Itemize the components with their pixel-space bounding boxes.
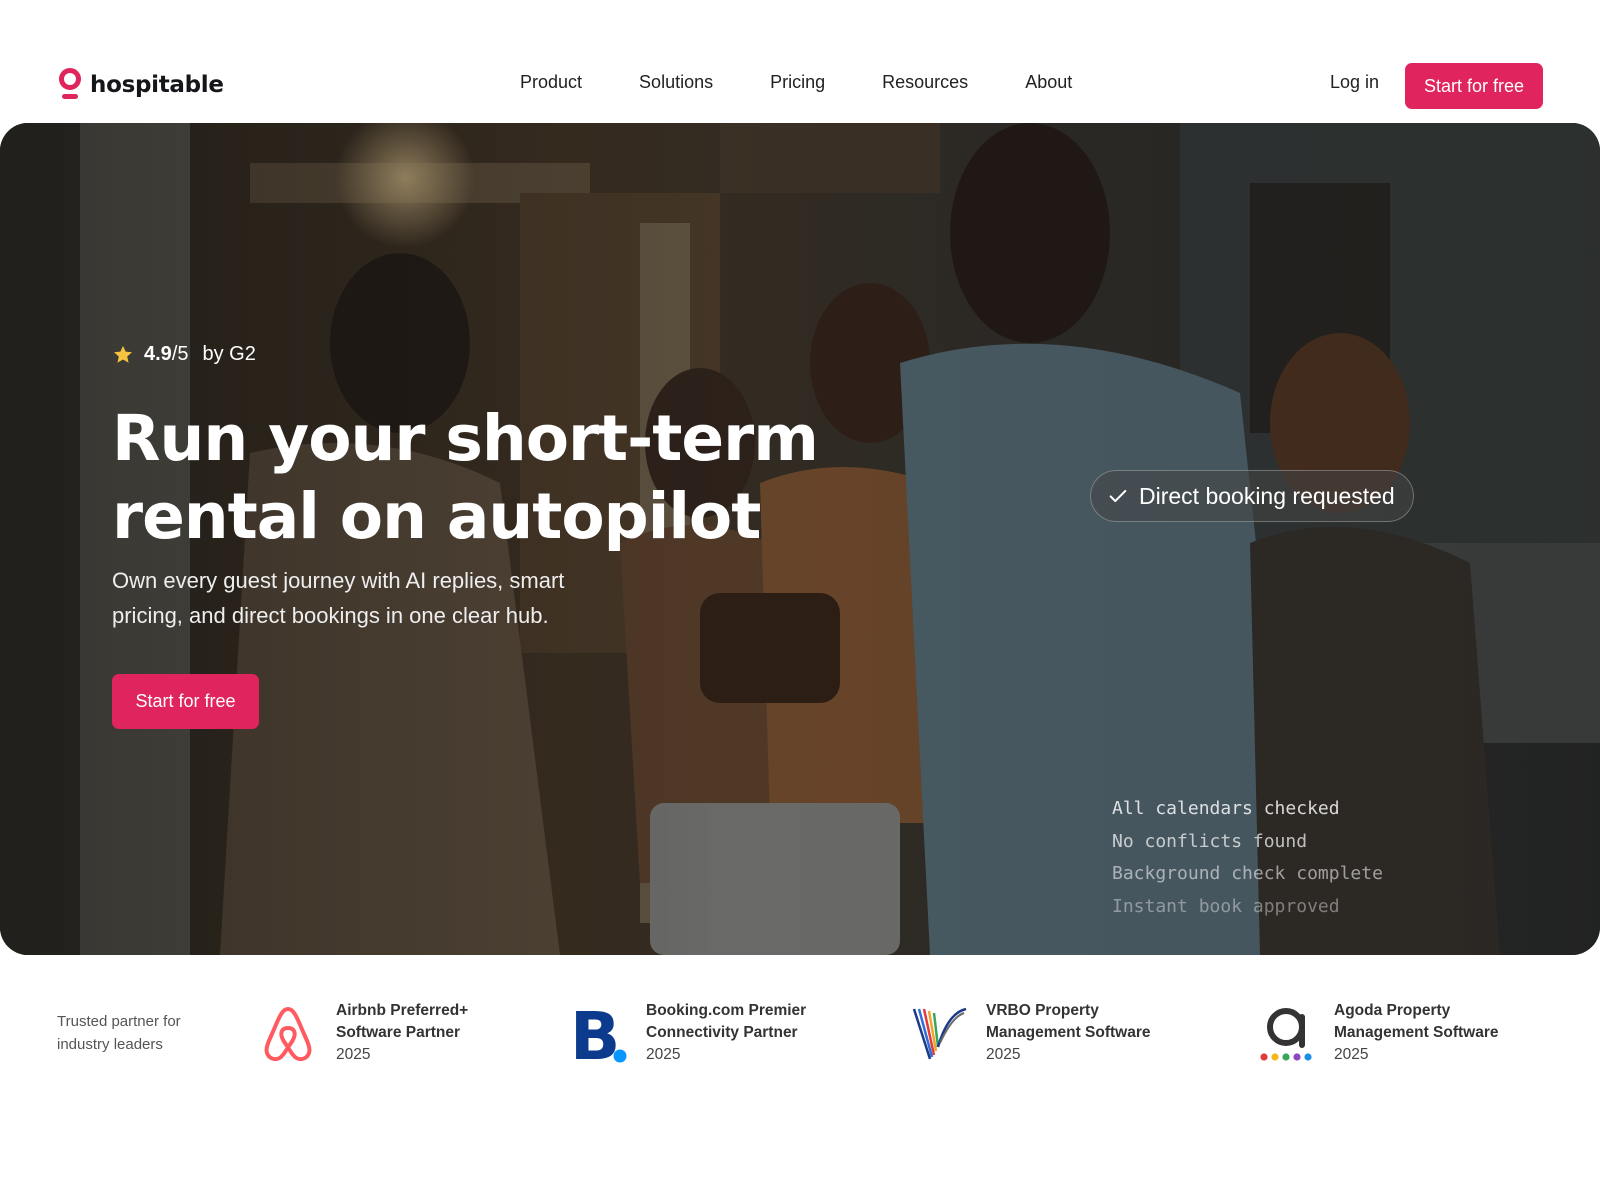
g2-rating: 4.9/5 by G2 [112, 343, 256, 366]
partner-year: 2025 [336, 1046, 371, 1063]
brand-logo[interactable]: hospitable [58, 68, 224, 102]
header-start-free-button[interactable]: Start for free [1405, 63, 1543, 109]
nav-item-solutions[interactable]: Solutions [639, 72, 713, 93]
partner-name: Airbnb Preferred+ [336, 1002, 469, 1019]
partner-vrbo: VRBO Property Management Software 2025 [908, 1000, 1151, 1066]
rating-scale: /5 [171, 343, 189, 365]
hospitable-logo-icon [59, 68, 81, 99]
rating-score: 4.9 [144, 343, 172, 365]
partner-name: Software Partner [336, 1024, 461, 1041]
nav-item-pricing[interactable]: Pricing [770, 72, 825, 93]
trusted-partner-label: Trusted partner for industry leaders [57, 1013, 181, 1053]
booking-status-log: All calendars checked No conflicts found… [1112, 793, 1383, 923]
partner-name: Management Software [1334, 1024, 1499, 1041]
headline-line-2: rental on autopilot [112, 480, 761, 553]
status-line: No conflicts found [1112, 830, 1308, 852]
brand-name: hospitable [90, 72, 224, 98]
partner-name: Management Software [986, 1024, 1151, 1041]
hero-section: 4.9/5 by G2 Run your short-term rental o… [0, 123, 1600, 955]
svg-text:B: B [570, 1003, 620, 1063]
partner-name: VRBO Property [986, 1002, 1099, 1019]
hero-subtext: Own every guest journey with AI replies,… [112, 568, 565, 628]
headline-line-1: Run your short-term [112, 402, 819, 475]
main-nav: Product Solutions Pricing Resources Abou… [520, 72, 1129, 93]
vrbo-logo-icon [908, 1003, 968, 1063]
partner-name: Agoda Property [1334, 1002, 1451, 1019]
site-header: hospitable Product Solutions Pricing Res… [0, 0, 1600, 123]
status-line: Instant book approved [1112, 895, 1340, 917]
login-link[interactable]: Log in [1330, 72, 1379, 93]
partner-name: Connectivity Partner [646, 1024, 798, 1041]
hero-headline: Run your short-term rental on autopilot [112, 400, 832, 556]
notification-text: Direct booking requested [1139, 482, 1395, 509]
nav-item-about[interactable]: About [1025, 72, 1072, 93]
partner-agoda: Agoda Property Management Software 2025 [1256, 1000, 1499, 1066]
hero-start-free-button[interactable]: Start for free [112, 674, 259, 729]
partner-year: 2025 [646, 1046, 681, 1063]
status-line: Background check complete [1112, 863, 1383, 884]
partner-year: 2025 [1334, 1046, 1369, 1063]
partner-year: 2025 [986, 1046, 1021, 1063]
airbnb-logo-icon [258, 1003, 318, 1063]
nav-item-resources[interactable]: Resources [882, 72, 968, 93]
direct-booking-notification: Direct booking requested [1090, 470, 1414, 522]
agoda-logo-icon [1256, 1003, 1316, 1063]
status-line: All calendars checked [1112, 798, 1340, 819]
partner-name: Booking.com Premier [646, 1002, 807, 1019]
booking-logo-icon: B [568, 1003, 628, 1063]
partner-airbnb: Airbnb Preferred+ Software Partner 2025 [258, 1000, 468, 1066]
check-icon [1109, 489, 1127, 503]
rating-source: by G2 [202, 343, 256, 365]
star-icon [114, 345, 132, 363]
nav-item-product[interactable]: Product [520, 72, 582, 93]
partner-booking: B Booking.com Premier Connectivity Partn… [568, 1000, 806, 1066]
